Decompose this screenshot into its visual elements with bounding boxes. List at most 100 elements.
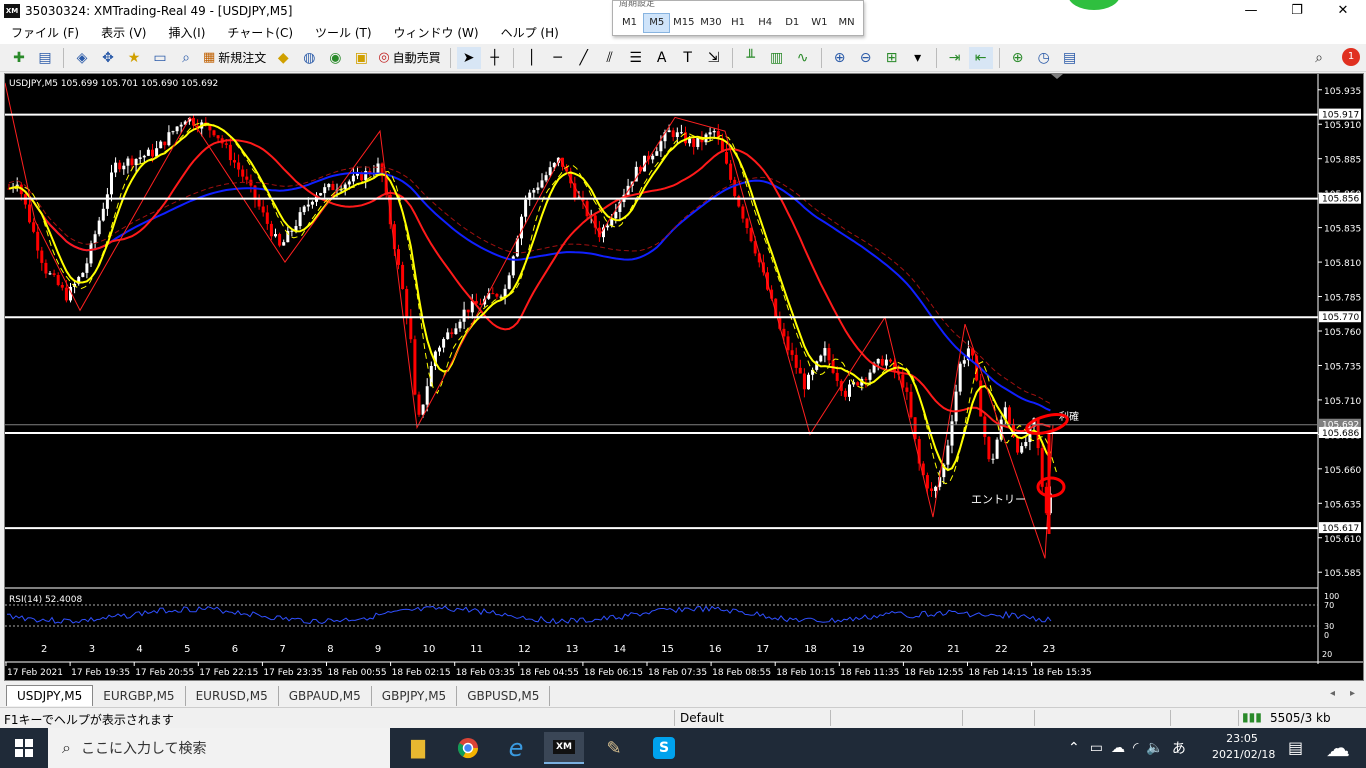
period-number-label: 7 (280, 644, 286, 655)
indicators-icon[interactable]: ⊕ (1006, 47, 1030, 69)
cloud-icon[interactable]: ☁ (1111, 740, 1125, 756)
price-chart[interactable]: 105.935105.910105.885105.860105.835105.8… (5, 74, 1363, 680)
candle-body (868, 372, 872, 380)
candle-body (114, 162, 118, 173)
zoom-out-icon[interactable]: ⊖ (854, 47, 878, 69)
timeframe-m15-button[interactable]: M15 (670, 13, 697, 33)
close-button[interactable]: ✕ (1320, 0, 1366, 22)
auto-scroll-icon[interactable]: ⇥ (943, 47, 967, 69)
candle-body (913, 417, 917, 440)
candle-body (228, 144, 232, 161)
search-icon[interactable]: ⌕ (1307, 47, 1331, 69)
candle-body (28, 204, 31, 223)
tab-gbpjpy-m5[interactable]: GBPJPY,M5 (372, 686, 458, 706)
wifi-icon[interactable]: ◜ (1133, 740, 1138, 756)
notification-badge[interactable]: 1 (1342, 48, 1360, 66)
fibonacci-icon[interactable]: ☰ (624, 47, 648, 69)
file-explorer-icon[interactable]: ▇ (398, 732, 438, 764)
tab-eurusd-m5[interactable]: EURUSD,M5 (186, 686, 279, 706)
tab-scroll-right-icon[interactable]: ▸ (1350, 688, 1355, 699)
cursor-icon[interactable]: ➤ (456, 46, 481, 69)
menu-chart[interactable]: チャート(C) (216, 22, 304, 44)
chevron-up-icon[interactable]: ⌃ (1068, 740, 1080, 756)
market-watch-icon[interactable]: ◈ (70, 47, 94, 69)
signals-icon[interactable]: ◍ (297, 47, 321, 69)
skype-icon[interactable]: S (644, 732, 684, 764)
text-label-icon[interactable]: T (676, 47, 700, 69)
windows-start-button[interactable] (0, 728, 48, 768)
paint-icon[interactable]: ✎ (594, 732, 634, 764)
candle-body (85, 263, 89, 273)
mt4-app-icon[interactable]: XM (544, 732, 584, 764)
arrow-objects-icon[interactable]: ⇲ (702, 47, 726, 69)
candle-body (823, 348, 827, 356)
tab-eurgbp-m5[interactable]: EURGBP,M5 (93, 686, 186, 706)
timeframe-m5-button[interactable]: M5 (643, 13, 671, 33)
edge-icon[interactable]: e (496, 732, 536, 764)
candle-body (376, 163, 380, 173)
status-divider (962, 710, 963, 726)
menu-help[interactable]: ヘルプ (H) (490, 22, 570, 44)
timeframe-w1-button[interactable]: W1 (806, 13, 833, 33)
vertical-line-icon[interactable]: │ (520, 47, 544, 69)
candle-body (233, 160, 236, 163)
minimize-button[interactable]: — (1228, 0, 1274, 22)
data-window-icon[interactable]: ✥ (96, 47, 120, 69)
trendline-icon[interactable]: ╱ (572, 47, 596, 69)
bar-chart-icon[interactable]: ╨ (739, 47, 763, 69)
market-icon[interactable]: ◉ (323, 47, 347, 69)
maximize-button[interactable]: ❐ (1274, 0, 1320, 22)
time-axis-label: 18 Feb 15:35 (1033, 668, 1092, 678)
timeframe-h4-button[interactable]: H4 (752, 13, 779, 33)
notifications-icon[interactable]: ▤ (1288, 738, 1303, 757)
crosshair-icon[interactable]: ┼ (483, 47, 507, 69)
tab-usdjpy-m5[interactable]: USDJPY,M5 (6, 685, 94, 706)
battery-icon[interactable]: ▭ (1090, 740, 1103, 756)
timeframe-d1-button[interactable]: D1 (779, 13, 806, 33)
chrome-icon[interactable] (448, 732, 488, 764)
auto-trading-button[interactable]: ◎ 自動売買 (374, 47, 444, 69)
menu-file[interactable]: ファイル (F) (0, 22, 90, 44)
candle-body (880, 358, 884, 366)
menu-tools[interactable]: ツール (T) (304, 22, 383, 44)
zoom-in-icon[interactable]: ⊕ (828, 47, 852, 69)
chart-shift-icon[interactable]: ⇤ (968, 46, 993, 69)
menu-insert[interactable]: 挿入(I) (157, 22, 216, 44)
navigator-icon[interactable]: ★ (122, 47, 146, 69)
line-chart-icon[interactable]: ∿ (791, 47, 815, 69)
onedrive-icon[interactable]: ☁ (1326, 734, 1350, 762)
timeframe-m30-button[interactable]: M30 (697, 13, 724, 33)
text-icon[interactable]: A (650, 47, 674, 69)
candlestick-icon[interactable]: ▥ (765, 47, 789, 69)
time-axis-label: 18 Feb 07:35 (648, 668, 707, 678)
tile-windows-icon[interactable]: ⊞ (880, 47, 904, 69)
timeframe-h1-button[interactable]: H1 (725, 13, 752, 33)
vps-icon[interactable]: ▣ (349, 47, 373, 69)
taskbar-clock[interactable]: 23:05 2021/02/18 (1212, 731, 1275, 763)
new-order-button[interactable]: ▦ 新規注文 (199, 47, 270, 69)
price-tick-label: 105.835 (1324, 225, 1361, 235)
menu-view[interactable]: 表示 (V) (90, 22, 157, 44)
ime-indicator[interactable]: あ (1172, 738, 1186, 758)
terminal-icon[interactable]: ▭ (148, 47, 172, 69)
new-chart-icon[interactable]: ✚ (7, 47, 31, 69)
candle-body (495, 293, 499, 297)
periods-icon[interactable]: ◷ (1032, 47, 1056, 69)
horizontal-line-icon[interactable]: ─ (546, 47, 570, 69)
chart-area[interactable]: 105.935105.910105.885105.860105.835105.8… (4, 73, 1364, 681)
metaeditor-icon[interactable]: ◆ (271, 47, 295, 69)
profiles-icon[interactable]: ▤ (33, 47, 57, 69)
status-divider (1034, 710, 1035, 726)
volume-icon[interactable]: 🔈 (1146, 740, 1163, 756)
equidistant-channel-icon[interactable]: ⫽ (598, 47, 622, 69)
timeframes-icon[interactable]: ▾ (906, 47, 930, 69)
strategy-tester-icon[interactable]: ⌕ (174, 47, 198, 69)
templates-icon[interactable]: ▤ (1058, 47, 1082, 69)
menu-window[interactable]: ウィンドウ (W) (383, 22, 490, 44)
tab-scroll-left-icon[interactable]: ◂ (1330, 688, 1335, 699)
taskbar-search-input[interactable]: ⌕ ここに入力して検索 (48, 728, 390, 768)
tab-gbpaud-m5[interactable]: GBPAUD,M5 (279, 686, 372, 706)
tab-gbpusd-m5[interactable]: GBPUSD,M5 (457, 686, 551, 706)
timeframe-m1-button[interactable]: M1 (616, 13, 643, 33)
timeframe-mn-button[interactable]: MN (833, 13, 860, 33)
